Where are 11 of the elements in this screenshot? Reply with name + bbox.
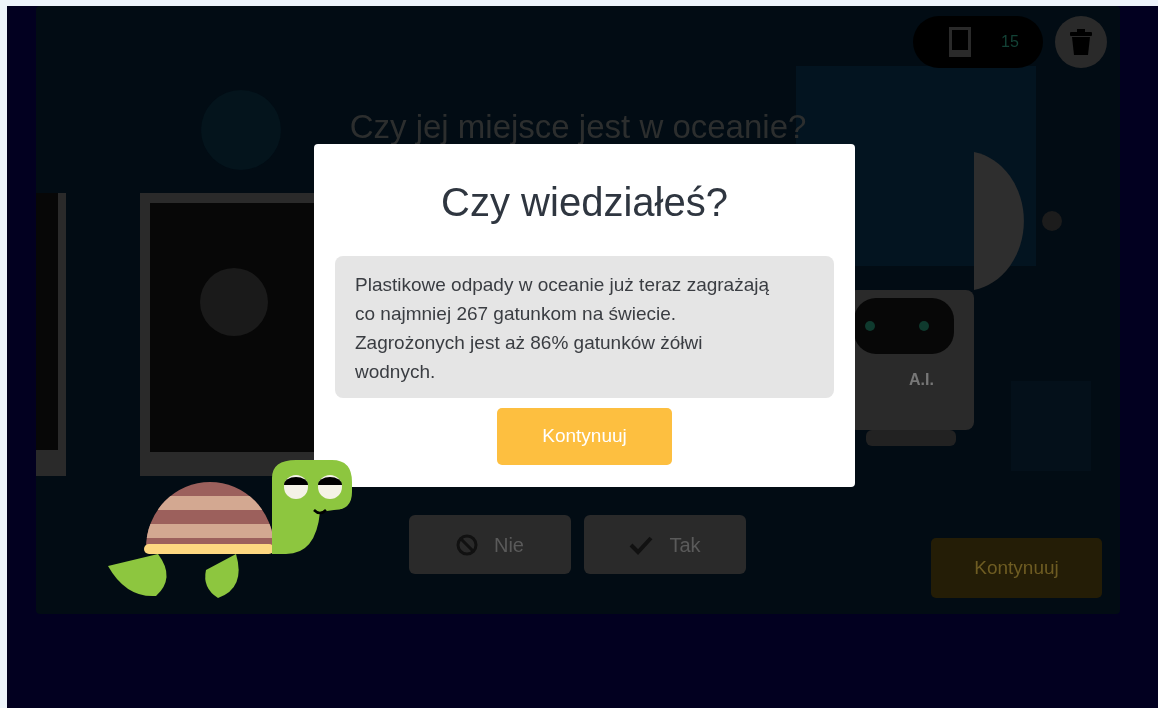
trash-icon <box>1070 29 1092 55</box>
continue-button[interactable]: Kontynuuj <box>497 408 672 465</box>
trash-button[interactable] <box>1055 16 1107 68</box>
dialog-message: Plastikowe odpady w oceanie już teraz zagrażają co najmniej 267 gatunkom na świecie. Zagrożonych jest aż 86% gatunków żółwi wodnych. <box>335 256 834 398</box>
robot-label: A.I. <box>909 370 934 390</box>
continue-button[interactable]: Kontynuuj <box>931 538 1102 598</box>
counter-value: 15 <box>1001 32 1019 52</box>
check-icon <box>629 534 654 555</box>
photo-icon <box>949 27 971 57</box>
dialog-title: Czy wiedziałeś? <box>441 179 728 226</box>
ban-icon <box>456 533 478 556</box>
